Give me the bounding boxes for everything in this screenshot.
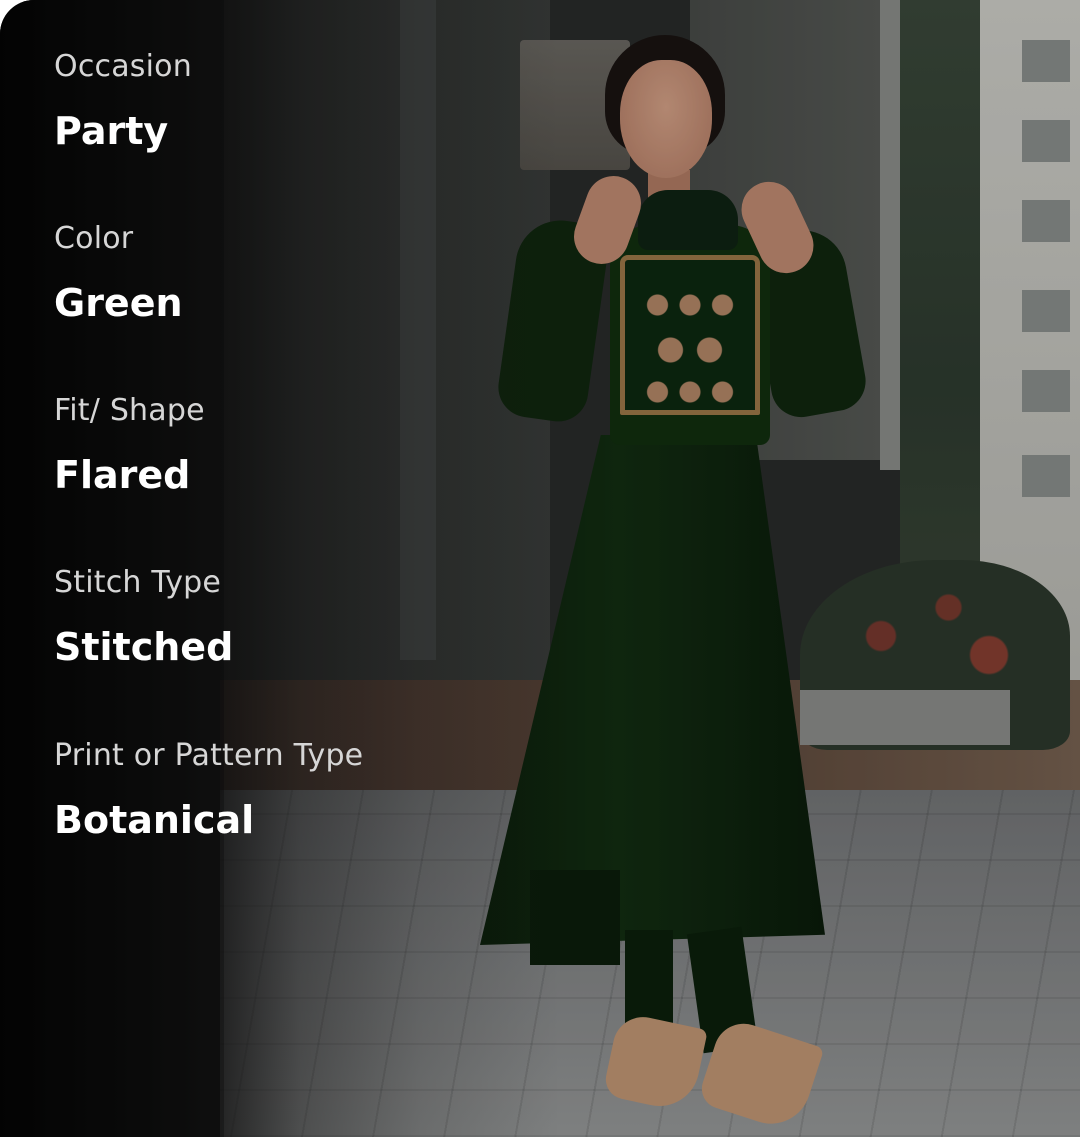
attribute-occasion: Occasion Party	[54, 49, 192, 153]
attribute-label: Print or Pattern Type	[54, 738, 364, 773]
attribute-value: Flared	[54, 453, 191, 497]
attribute-value: Stitched	[54, 625, 234, 669]
attribute-fit-shape: Fit/ Shape Flared	[54, 393, 205, 497]
attribute-color: Color Green	[54, 221, 183, 325]
attribute-label: Fit/ Shape	[54, 393, 205, 428]
product-detail-card: Occasion Party Color Green Fit/ Shape Fl…	[0, 0, 1080, 1137]
attribute-label: Occasion	[54, 49, 192, 84]
attribute-stitch-type: Stitch Type Stitched	[54, 565, 234, 669]
attribute-value: Botanical	[54, 798, 255, 842]
attribute-value: Green	[54, 281, 183, 325]
attribute-label: Color	[54, 221, 134, 256]
attribute-value: Party	[54, 109, 169, 153]
attribute-print-pattern-type: Print or Pattern Type Botanical	[54, 738, 364, 842]
attribute-label: Stitch Type	[54, 565, 222, 600]
